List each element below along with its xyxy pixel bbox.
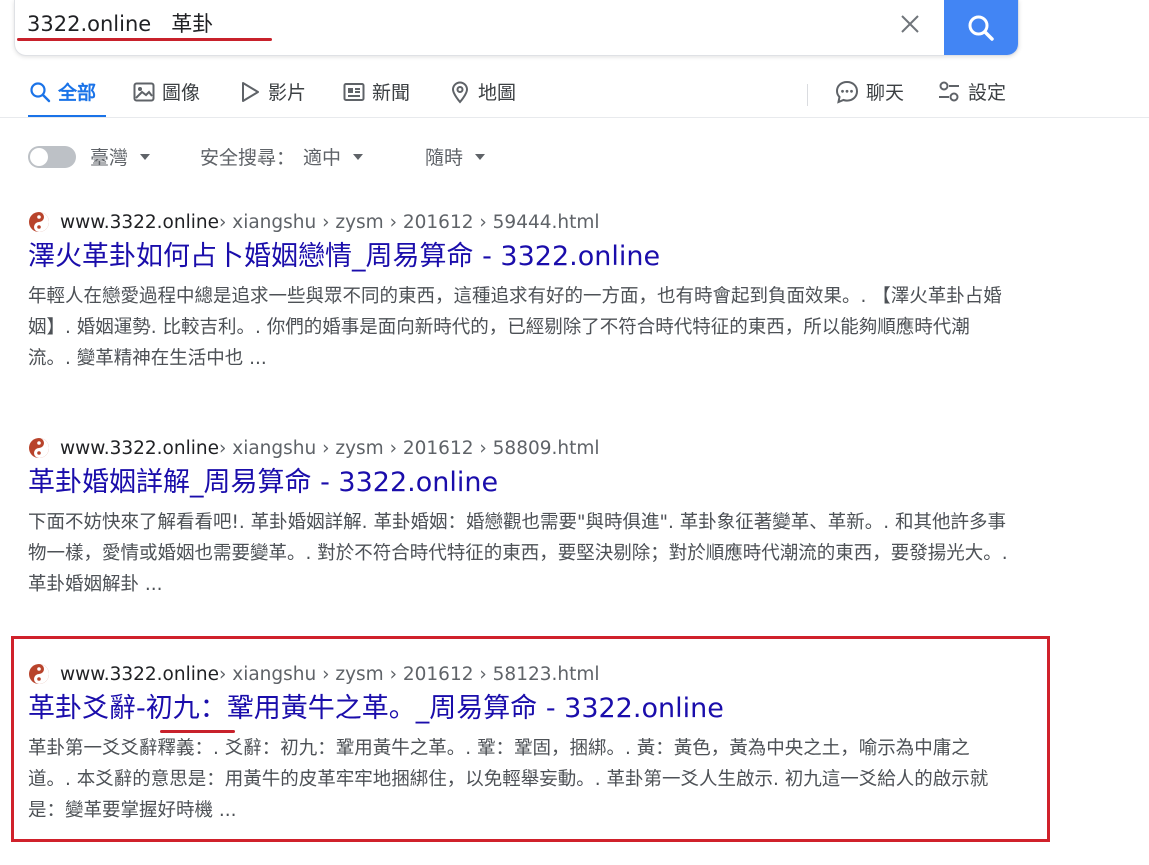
settings-sliders-icon [939,81,959,101]
safe-search-value: 適中 [303,147,342,169]
caret-down-icon [140,153,151,160]
result-site: www.3322.online [60,211,219,233]
region-filter[interactable]: 臺灣 [90,143,151,170]
map-pin-icon [451,81,469,104]
result-snippet: 下面不妨快來了解看看吧!. 革卦婚姻詳解. 革卦婚姻：婚戀觀也需要"與時俱進".… [28,512,1008,595]
toggle-knob [30,148,48,166]
result-breadcrumb: › xiangshu › zysm › 201612 › 58809.html [218,437,600,459]
tab-label: 新聞 [372,82,411,104]
query-annotation-underline [17,38,272,41]
tab-label: 全部 [58,82,97,104]
safe-search-label: 安全搜尋： [200,147,296,169]
image-icon [133,82,155,101]
news-icon [343,82,365,101]
result-url[interactable]: www.3322.online › xiangshu › zysm › 2016… [28,210,1008,234]
result-url[interactable]: www.3322.online › xiangshu › zysm › 2016… [28,436,1008,460]
chat-button[interactable]: 聊天 [834,78,904,105]
tabs-divider [0,117,1149,118]
caret-down-icon [353,153,364,160]
clear-icon[interactable] [895,9,925,39]
site-favicon-icon [29,664,49,684]
time-filter[interactable]: 隨時 [425,143,486,170]
tab-images[interactable]: 圖像 [132,78,200,105]
caret-down-icon [475,153,486,160]
safe-search-filter[interactable]: 安全搜尋： 適中 [200,143,364,170]
result-site: www.3322.online [60,663,219,685]
tab-all[interactable]: 全部 [28,78,96,105]
chat-icon [835,80,859,104]
tab-news[interactable]: 新聞 [342,78,410,105]
search-button[interactable] [944,0,1018,55]
result-snippet: 革卦第一爻爻辭釋義：. 爻辭：初九：鞏用黃牛之革。. 鞏：鞏固，捆綁。. 黃：黃… [28,738,989,821]
region-toggle[interactable] [28,146,76,168]
result-title-link[interactable]: 革卦婚姻詳解_周易算命 - 3322.online [28,465,1008,501]
result-url[interactable]: www.3322.online › xiangshu › zysm › 2016… [28,662,1008,686]
time-label: 隨時 [425,147,464,169]
result-title-link[interactable]: 革卦爻辭-初九：鞏用黃牛之革。_周易算命 - 3322.online [28,691,1008,727]
site-favicon-icon [29,438,49,458]
result-snippet: 年輕人在戀愛過程中總是追求一些與眾不同的東西，這種追求有好的一方面，也有時會起到… [28,286,1002,369]
search-result: www.3322.online › xiangshu › zysm › 2016… [28,210,1008,374]
tab-label: 影片 [268,82,307,104]
site-favicon-icon [29,212,49,232]
settings-button[interactable]: 設定 [936,78,1006,105]
title-annotation-underline [160,730,235,733]
settings-label: 設定 [968,82,1007,104]
result-site: www.3322.online [60,437,219,459]
chat-label: 聊天 [866,82,905,104]
tab-videos[interactable]: 影片 [238,78,306,105]
region-label: 臺灣 [90,147,129,169]
result-title-link[interactable]: 澤火革卦如何占卜婚姻戀情_周易算命 - 3322.online [28,239,1008,275]
search-icon [30,81,51,102]
search-bar: 3322.online 革卦 [14,0,1019,56]
result-breadcrumb: › xiangshu › zysm › 201612 › 58123.html [218,663,600,685]
result-breadcrumb: › xiangshu › zysm › 201612 › 59444.html [218,211,600,233]
tab-label: 地圖 [478,82,517,104]
tab-maps[interactable]: 地圖 [448,78,516,105]
tab-label: 圖像 [162,82,201,104]
search-input[interactable]: 3322.online 革卦 [27,8,213,38]
search-result: www.3322.online › xiangshu › zysm › 2016… [28,662,1008,826]
play-icon [242,81,259,102]
search-icon [968,15,994,41]
search-result: www.3322.online › xiangshu › zysm › 2016… [28,436,1008,600]
tab-divider [807,84,808,106]
